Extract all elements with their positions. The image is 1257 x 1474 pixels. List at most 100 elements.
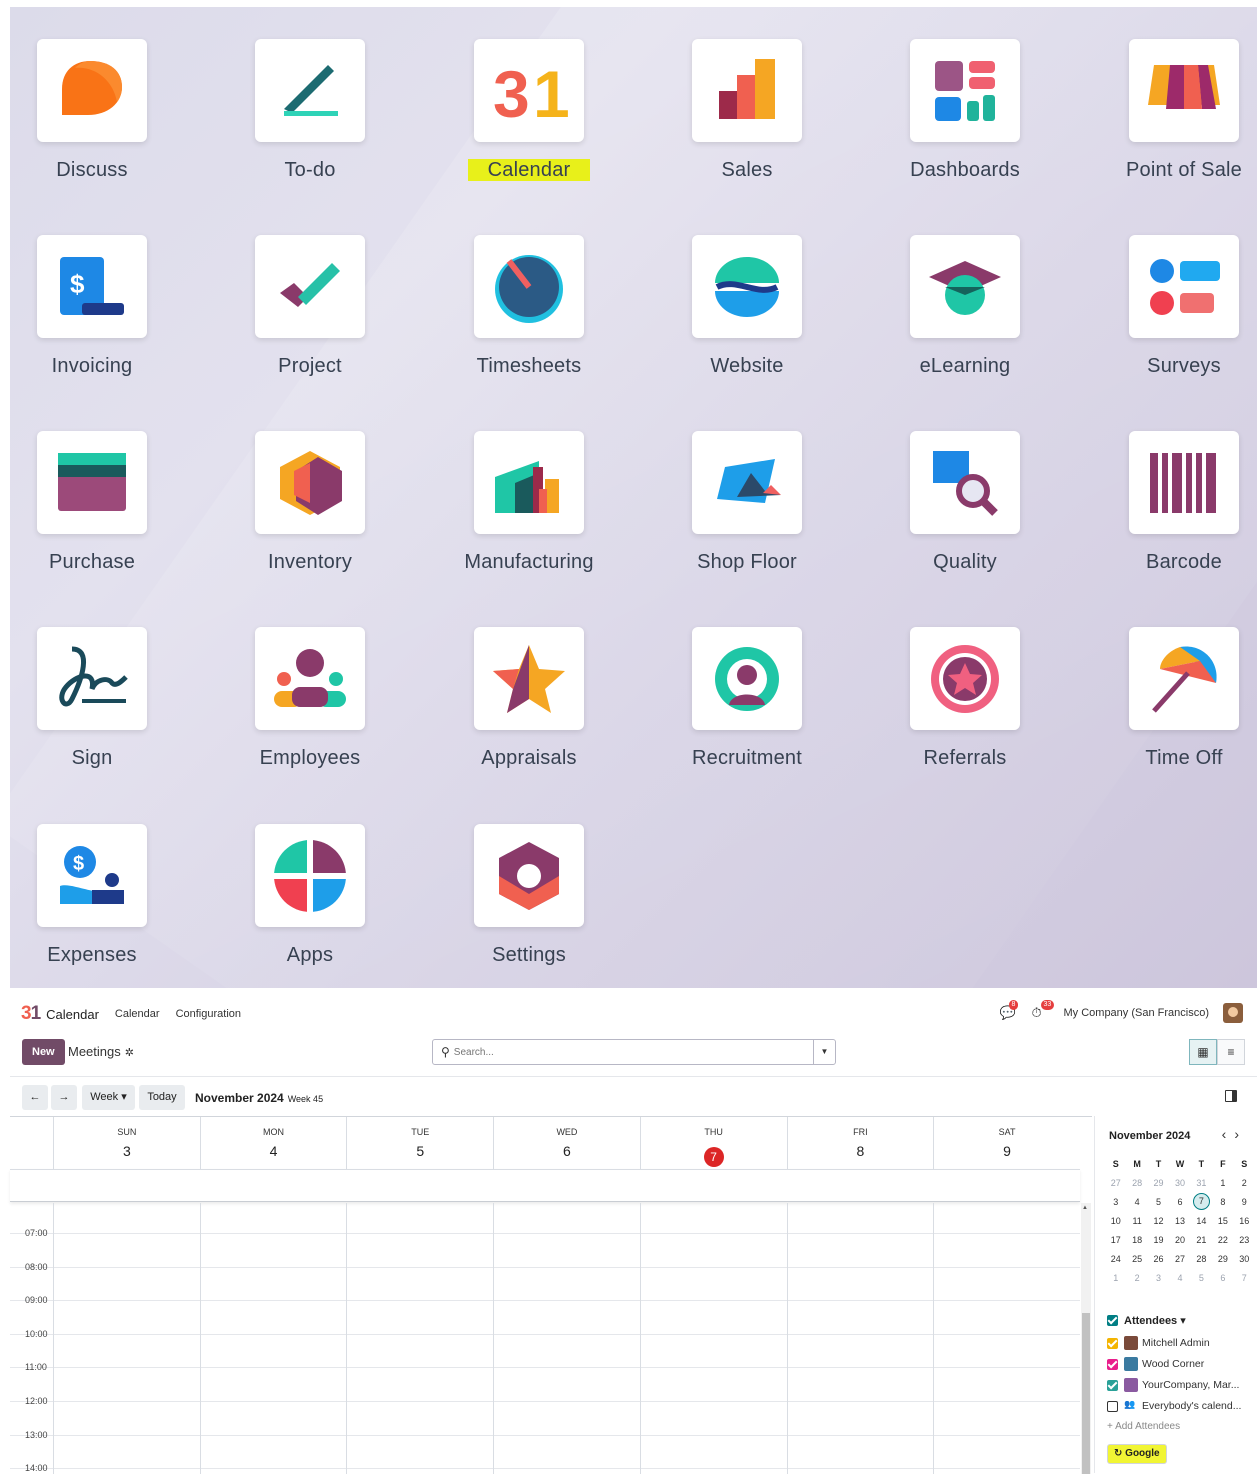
mini-day[interactable]: 11 xyxy=(1126,1211,1147,1230)
app-label[interactable]: eLearning xyxy=(920,355,1011,377)
mini-day[interactable]: 16 xyxy=(1234,1211,1255,1230)
app-label[interactable]: Expenses xyxy=(47,944,136,966)
day-header-sat[interactable]: SAT 9 xyxy=(933,1117,1080,1169)
app-project[interactable]: Project xyxy=(228,203,428,377)
mini-day[interactable]: 15 xyxy=(1212,1211,1233,1230)
app-timesheets[interactable]: Timesheets xyxy=(447,203,647,377)
invoicing-icon[interactable]: $ xyxy=(37,235,147,338)
next-arrow-icon[interactable]: → xyxy=(51,1085,77,1110)
app-settings[interactable]: Settings xyxy=(447,792,647,966)
mini-day[interactable]: 25 xyxy=(1126,1249,1147,1268)
mini-day[interactable]: 12 xyxy=(1148,1211,1169,1230)
new-button[interactable]: New xyxy=(22,1039,65,1065)
attendees-header[interactable]: Attendees ▾ xyxy=(1107,1314,1186,1327)
app-label[interactable]: Appraisals xyxy=(481,747,576,769)
app-label[interactable]: Apps xyxy=(287,944,333,966)
mini-day[interactable]: 1 xyxy=(1212,1173,1233,1192)
gear-icon[interactable]: ✲ xyxy=(125,1047,134,1059)
add-attendees-link[interactable]: + Add Attendees xyxy=(1107,1421,1180,1432)
shop-floor-icon[interactable] xyxy=(692,431,802,534)
app-discuss[interactable]: Discuss xyxy=(10,7,210,181)
calendar-logo-icon[interactable]: 31 xyxy=(21,1003,41,1025)
app-invoicing[interactable]: $ Invoicing xyxy=(10,203,210,377)
attendee-filter[interactable]: YourCompany, Mar... xyxy=(1107,1378,1239,1392)
mini-day[interactable]: 8 xyxy=(1212,1192,1233,1211)
elearning-icon[interactable] xyxy=(910,235,1020,338)
app-label[interactable]: Barcode xyxy=(1146,551,1222,573)
app-label[interactable]: Surveys xyxy=(1147,355,1221,377)
app-surveys[interactable]: Surveys xyxy=(1102,203,1257,377)
chevron-right-icon[interactable]: › xyxy=(1234,1126,1247,1142)
mini-day[interactable]: 29 xyxy=(1148,1173,1169,1192)
app-purchase[interactable]: Purchase xyxy=(10,399,210,573)
mini-day[interactable]: 6 xyxy=(1169,1192,1190,1211)
app-label[interactable]: Time Off xyxy=(1145,747,1222,769)
mini-day[interactable]: 30 xyxy=(1234,1249,1255,1268)
hour-row[interactable]: 10:00 xyxy=(10,1329,1080,1368)
time-off-icon[interactable] xyxy=(1129,627,1239,730)
scale-dropdown[interactable]: Week ▾ xyxy=(82,1085,135,1110)
app-point-of-sale[interactable]: Point of Sale xyxy=(1102,7,1257,181)
sales-icon[interactable] xyxy=(692,39,802,142)
grid-scrollbar[interactable]: ▲ xyxy=(1081,1203,1091,1474)
mini-day[interactable]: 10 xyxy=(1105,1211,1126,1230)
app-shop-floor[interactable]: Shop Floor xyxy=(665,399,865,573)
attendee-filter[interactable]: Wood Corner xyxy=(1107,1357,1204,1371)
day-header-mon[interactable]: MON 4 xyxy=(199,1117,347,1169)
appraisals-icon[interactable] xyxy=(474,627,584,730)
app-label[interactable]: Referrals xyxy=(924,747,1007,769)
expenses-icon[interactable]: $ xyxy=(37,824,147,927)
timesheets-icon[interactable] xyxy=(474,235,584,338)
employees-icon[interactable] xyxy=(255,627,365,730)
app-label[interactable]: Inventory xyxy=(268,551,352,573)
mini-day[interactable]: 14 xyxy=(1191,1211,1212,1230)
chevron-left-icon[interactable]: ‹ xyxy=(1222,1126,1235,1142)
app-apps[interactable]: Apps xyxy=(228,792,428,966)
mini-day[interactable]: 3 xyxy=(1148,1268,1169,1287)
mini-day[interactable]: 20 xyxy=(1169,1230,1190,1249)
app-label[interactable]: Discuss xyxy=(56,159,127,181)
attendee-checkbox[interactable] xyxy=(1107,1379,1118,1391)
mini-day[interactable]: 26 xyxy=(1148,1249,1169,1268)
mini-day[interactable]: 9 xyxy=(1234,1192,1255,1211)
hour-row[interactable]: 08:00 xyxy=(10,1262,1080,1301)
app-label[interactable]: Settings xyxy=(492,944,566,966)
app-inventory[interactable]: Inventory xyxy=(228,399,428,573)
navbar-app-name[interactable]: Calendar xyxy=(46,1007,99,1022)
mini-day[interactable]: 4 xyxy=(1169,1268,1190,1287)
discuss-icon[interactable] xyxy=(37,39,147,142)
app-appraisals[interactable]: Appraisals xyxy=(447,595,647,769)
hour-row[interactable]: 12:00 xyxy=(10,1396,1080,1435)
todo-icon[interactable] xyxy=(255,39,365,142)
attendee-filter[interactable]: Mitchell Admin xyxy=(1107,1336,1210,1350)
hour-row[interactable]: 07:00 xyxy=(10,1228,1080,1267)
app-expenses[interactable]: $ Expenses xyxy=(10,792,210,966)
google-sync-button[interactable]: ↻ Google xyxy=(1107,1444,1167,1464)
app-time-off[interactable]: Time Off xyxy=(1102,595,1257,769)
settings-icon[interactable] xyxy=(474,824,584,927)
manufacturing-icon[interactable] xyxy=(474,431,584,534)
attendees-checkbox[interactable] xyxy=(1107,1315,1118,1326)
app-website[interactable]: Website xyxy=(665,203,865,377)
mini-day[interactable]: 17 xyxy=(1105,1230,1126,1249)
activities-icon[interactable]: ⏱ 33 xyxy=(1032,1000,1055,1021)
mini-day[interactable]: 30 xyxy=(1169,1173,1190,1192)
recruitment-icon[interactable] xyxy=(692,627,802,730)
scrollbar-thumb[interactable] xyxy=(1082,1313,1090,1474)
quality-icon[interactable] xyxy=(910,431,1020,534)
app-label[interactable]: Dashboards xyxy=(910,159,1020,181)
hour-row[interactable]: 14:00 xyxy=(10,1463,1080,1474)
app-employees[interactable]: Employees xyxy=(228,595,428,769)
app-referrals[interactable]: Referrals xyxy=(883,595,1083,769)
app-label[interactable]: Project xyxy=(278,355,342,377)
sign-icon[interactable] xyxy=(37,627,147,730)
mini-day[interactable]: 29 xyxy=(1212,1249,1233,1268)
app-manufacturing[interactable]: Manufacturing xyxy=(447,399,647,573)
mini-day[interactable]: 1 xyxy=(1105,1268,1126,1287)
list-view-icon[interactable]: ≡ xyxy=(1217,1039,1245,1065)
mini-day[interactable]: 7 xyxy=(1191,1192,1212,1211)
mini-day[interactable]: 3 xyxy=(1105,1192,1126,1211)
barcode-icon[interactable] xyxy=(1129,431,1239,534)
surveys-icon[interactable] xyxy=(1129,235,1239,338)
mini-day[interactable]: 5 xyxy=(1148,1192,1169,1211)
